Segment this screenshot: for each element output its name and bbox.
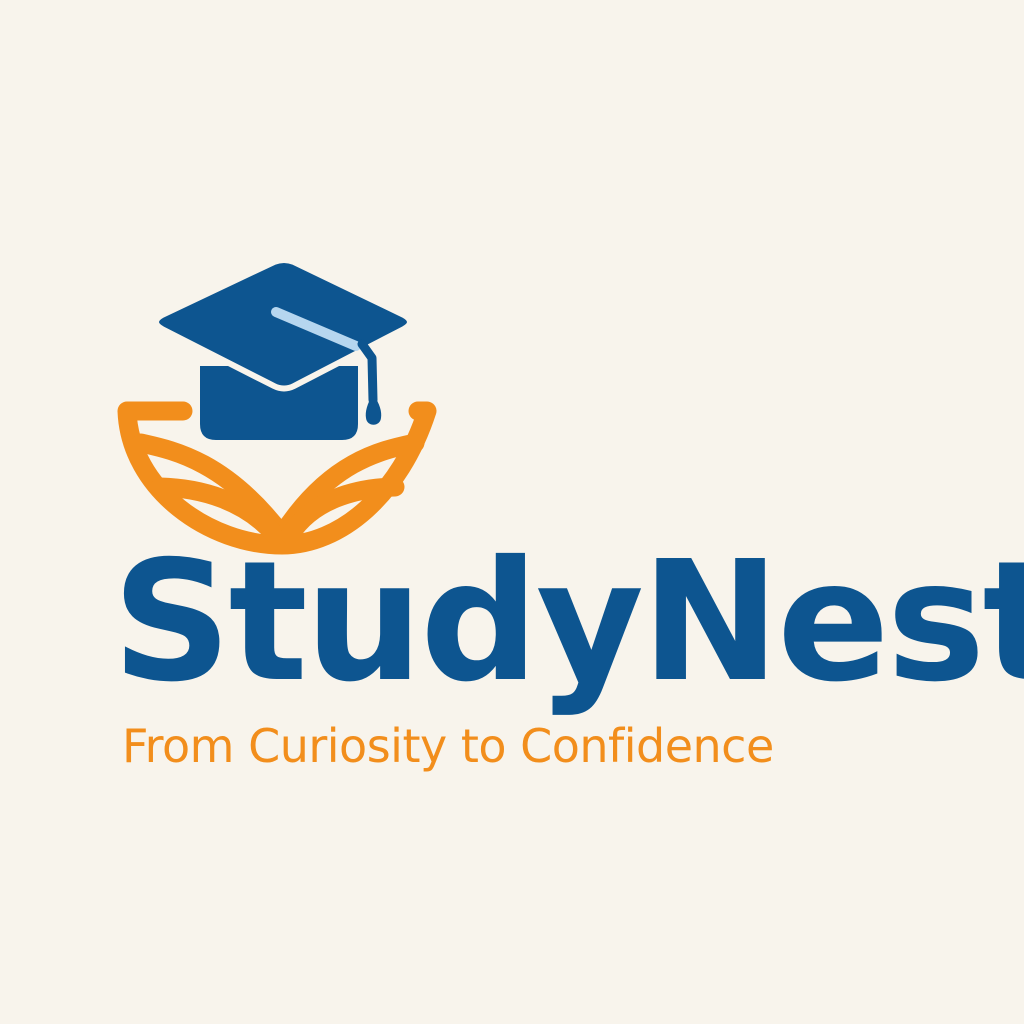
brand-tagline: From Curiosity to Confidence <box>122 719 774 773</box>
logo-canvas: StudyNest From Curiosity to Confidence <box>0 0 1024 1024</box>
graduation-cap-icon <box>153 257 413 440</box>
brand-name: StudyNest <box>112 526 1024 719</box>
graduation-cap-over-book-icon <box>117 257 437 555</box>
